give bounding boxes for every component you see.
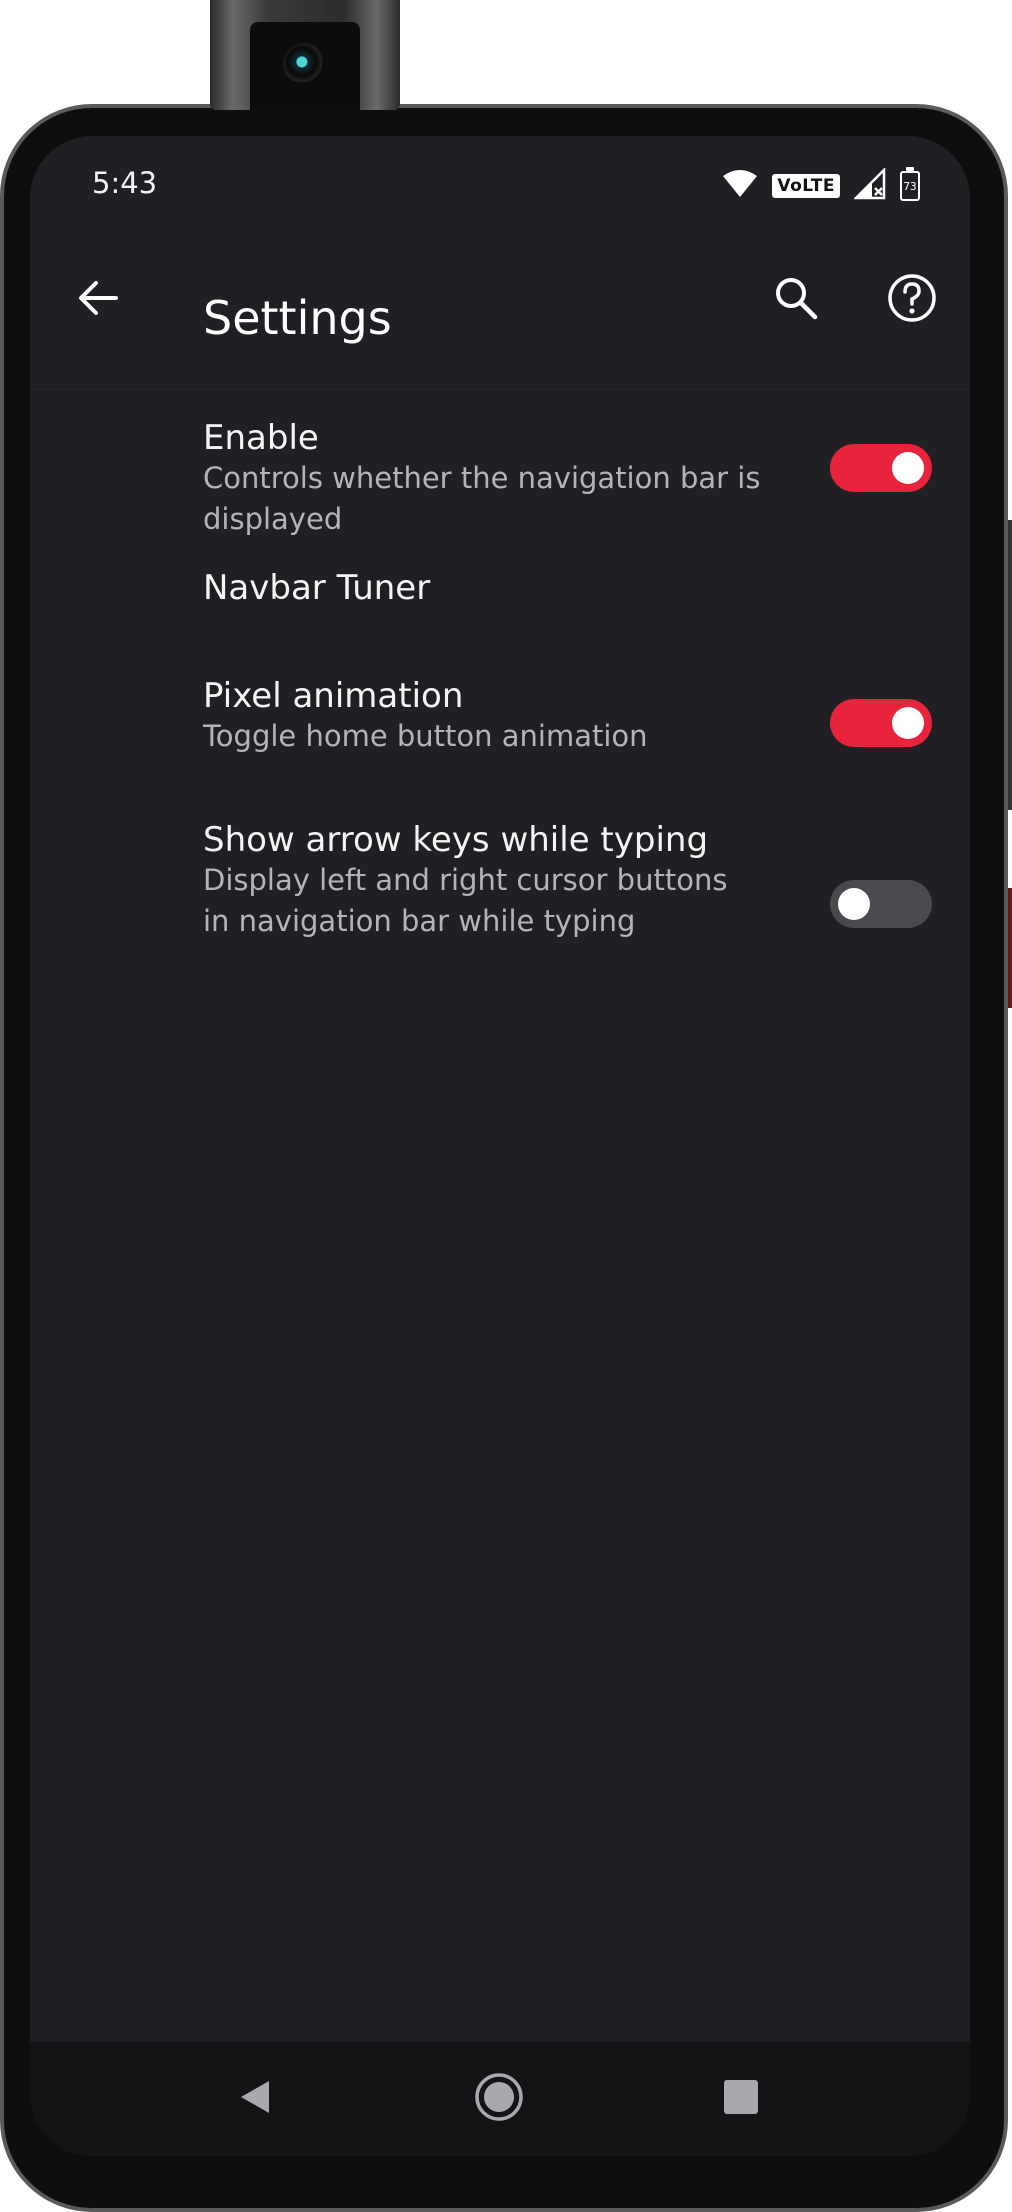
page-title: Settings [203,291,392,345]
pref-title: Navbar Tuner [203,568,431,608]
screen: 5:43 VoLTE 73 Settings Enable Controls w… [30,136,970,2156]
battery-icon: 73 [900,167,920,201]
pref-summary: Toggle home button animation [203,719,648,753]
pref-pixel-animation[interactable]: Pixel animation Toggle home button anima… [30,648,970,798]
pref-title: Enable [203,418,319,458]
pref-enable[interactable]: Enable Controls whether the navigation b… [30,388,970,538]
nav-back-button[interactable] [220,2064,290,2134]
switch-thumb [892,452,924,484]
pref-show-arrow-keys[interactable]: Show arrow keys while typing Display lef… [30,798,970,978]
popup-camera [210,0,400,110]
search-icon [773,275,819,325]
search-button[interactable] [756,260,836,340]
pref-summary: Display left and right cursor buttons in… [203,863,728,938]
volte-icon: VoLTE [772,174,840,198]
home-circle-icon [473,2071,525,2127]
enable-switch[interactable] [830,444,932,492]
signal-icon [852,166,886,204]
wifi-icon [722,169,758,203]
back-button[interactable] [58,260,138,340]
navigation-bar [30,2042,970,2156]
status-time: 5:43 [92,166,158,200]
camera-lens-icon [283,43,325,85]
switch-thumb [892,707,924,739]
pref-navbar-tuner[interactable]: Navbar Tuner [30,538,970,648]
pixel-animation-switch[interactable] [830,699,932,747]
nav-home-button[interactable] [464,2064,534,2134]
help-button[interactable] [872,260,952,340]
battery-level: 73 [903,179,917,193]
pref-summary: Controls whether the navigation bar is d… [203,461,761,536]
camera-window [250,22,360,110]
switch-thumb [838,888,870,920]
status-icons: VoLTE 73 [722,166,920,204]
pref-title: Show arrow keys while typing [203,820,709,860]
page: 5:43 VoLTE 73 Settings Enable Controls w… [0,0,1012,2212]
recents-square-icon [721,2077,761,2121]
help-icon [887,273,937,327]
status-bar: 5:43 VoLTE 73 [30,136,970,236]
pref-title: Pixel animation [203,676,464,716]
toolbar: Settings [30,236,970,387]
back-triangle-icon [235,2077,275,2121]
arrow-keys-switch[interactable] [830,880,932,928]
nav-recents-button[interactable] [706,2064,776,2134]
back-arrow-icon [76,276,120,324]
